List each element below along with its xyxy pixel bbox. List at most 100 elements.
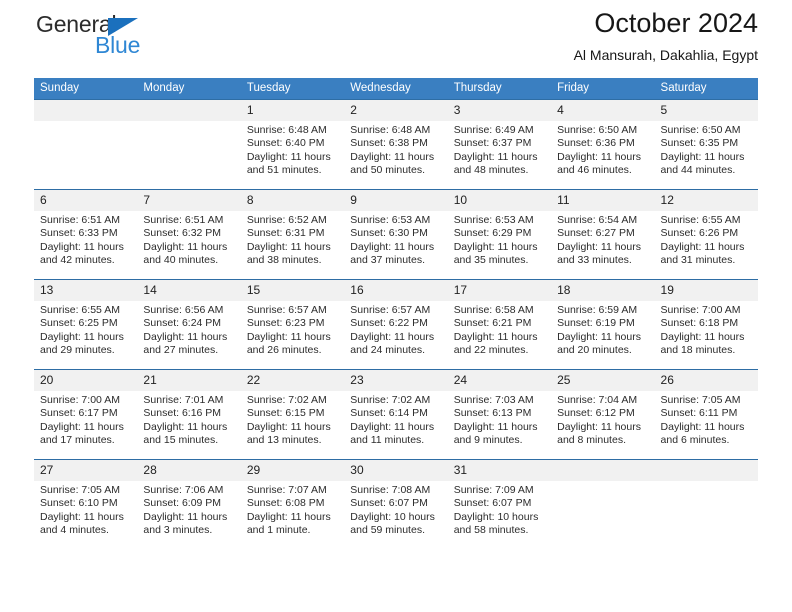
day-details: Sunrise: 6:51 AM Sunset: 6:32 PM Daylight:… (137, 211, 240, 268)
calendar-day-cell[interactable]: 24 Sunrise: 7:03 AM Sunset: 6:13 PM Dayligh… (447, 369, 552, 460)
day-details: Sunrise: 7:02 AM Sunset: 6:14 PM Daylight:… (344, 391, 447, 448)
day-number: 28 (137, 460, 241, 481)
day-details: Sunrise: 7:03 AM Sunset: 6:13 PM Daylight:… (448, 391, 551, 448)
calendar-day-cell[interactable]: 27 Sunrise: 7:05 AM Sunset: 6:10 PM Dayligh… (34, 459, 138, 549)
calendar-day-cell[interactable]: 11 Sunrise: 6:54 AM Sunset: 6:27 PM Dayligh… (551, 189, 655, 280)
daylight-text: Daylight: 11 hours and 24 minutes. (350, 330, 435, 357)
calendar-header-row: Sunday Monday Tuesday Wednesday Thursday Frid… (34, 78, 758, 100)
day-details: Sunrise: 6:58 AM Sunset: 6:21 PM Daylight:… (448, 301, 551, 358)
sunrise-text: Sunrise: 6:52 AM (246, 214, 327, 226)
day-number (34, 100, 138, 121)
daylight-text: Daylight: 11 hours and 35 minutes. (453, 240, 538, 267)
sunset-text: Sunset: 6:07 PM (453, 497, 532, 510)
sunset-text: Sunset: 6:25 PM (40, 317, 118, 330)
sunset-text: Sunset: 6:24 PM (143, 317, 222, 330)
calendar-day-cell[interactable]: 31 Sunrise: 7:09 AM Sunset: 6:07 PM Dayligh… (447, 459, 552, 549)
day-details: Sunrise: 6:48 AM Sunset: 6:38 PM Daylight:… (344, 121, 447, 178)
day-details: Sunrise: 7:01 AM Sunset: 6:16 PM Daylight:… (137, 391, 240, 448)
sunset-text: Sunset: 6:29 PM (453, 227, 532, 240)
day-details: Sunrise: 6:53 AM Sunset: 6:29 PM Daylight:… (448, 211, 551, 268)
sunset-text: Sunset: 6:11 PM (660, 407, 738, 420)
calendar-day-cell[interactable]: 29 Sunrise: 7:07 AM Sunset: 6:08 PM Dayligh… (240, 459, 345, 549)
daylight-text: Daylight: 11 hours and 27 minutes. (143, 330, 228, 357)
day-cell-inner: 2 Sunrise: 6:48 AM Sunset: 6:38 PM Daylight… (344, 100, 448, 189)
calendar-day-cell[interactable]: 2 Sunrise: 6:48 AM Sunset: 6:38 PM Daylight… (344, 99, 448, 190)
calendar-day-cell[interactable]: 16 Sunrise: 6:57 AM Sunset: 6:22 PM Dayligh… (344, 279, 448, 370)
calendar-day-cell[interactable]: 8 Sunrise: 6:52 AM Sunset: 6:31 PM Daylight… (240, 189, 345, 280)
daylight-text: Daylight: 11 hours and 33 minutes. (557, 240, 641, 267)
calendar-day-cell[interactable]: 6 Sunrise: 6:51 AM Sunset: 6:33 PM Daylight… (34, 189, 138, 280)
sunset-text: Sunset: 6:10 PM (40, 497, 118, 510)
calendar-day-cell[interactable]: 7 Sunrise: 6:51 AM Sunset: 6:32 PM Daylight… (137, 189, 241, 280)
sunset-text: Sunset: 6:31 PM (246, 227, 325, 240)
sunset-text: Sunset: 6:33 PM (40, 227, 118, 240)
day-details: Sunrise: 6:51 AM Sunset: 6:33 PM Daylight:… (34, 211, 137, 268)
sunrise-text: Sunrise: 6:59 AM (557, 304, 638, 316)
weekday-header-monday: Monday (137, 78, 241, 100)
day-cell-inner: 19 Sunrise: 7:00 AM Sunset: 6:18 PM Dayligh… (654, 280, 758, 369)
calendar-day-cell[interactable]: 17 Sunrise: 6:58 AM Sunset: 6:21 PM Dayligh… (447, 279, 552, 370)
day-cell-inner: 8 Sunrise: 6:52 AM Sunset: 6:31 PM Daylight… (240, 190, 345, 279)
calendar-day-cell[interactable]: 1 Sunrise: 6:48 AM Sunset: 6:40 PM Daylight… (240, 99, 345, 190)
calendar-day-cell[interactable]: 26 Sunrise: 7:05 AM Sunset: 6:11 PM Dayligh… (654, 369, 758, 460)
day-cell-inner (551, 460, 655, 549)
calendar-day-cell[interactable]: 12 Sunrise: 6:55 AM Sunset: 6:26 PM Dayligh… (654, 189, 758, 280)
day-number: 20 (34, 370, 138, 391)
day-cell-inner: 31 Sunrise: 7:09 AM Sunset: 6:07 PM Dayligh… (447, 460, 552, 549)
calendar-day-cell[interactable]: 22 Sunrise: 7:02 AM Sunset: 6:15 PM Dayligh… (240, 369, 345, 460)
day-number: 12 (654, 190, 758, 211)
calendar-day-cell[interactable]: 18 Sunrise: 6:59 AM Sunset: 6:19 PM Dayligh… (551, 279, 655, 370)
sunrise-text: Sunrise: 7:06 AM (143, 484, 224, 496)
calendar-day-cell[interactable]: 20 Sunrise: 7:00 AM Sunset: 6:17 PM Dayligh… (34, 369, 138, 460)
sunrise-text: Sunrise: 6:48 AM (350, 124, 431, 136)
calendar-day-cell[interactable]: 14 Sunrise: 6:56 AM Sunset: 6:24 PM Dayligh… (137, 279, 241, 370)
calendar-day-cell[interactable]: 5 Sunrise: 6:50 AM Sunset: 6:35 PM Daylight… (654, 99, 758, 190)
calendar-day-cell[interactable]: 28 Sunrise: 7:06 AM Sunset: 6:09 PM Dayligh… (137, 459, 241, 549)
calendar-week-row: 20 Sunrise: 7:00 AM Sunset: 6:17 PM Dayligh… (34, 369, 758, 460)
sunset-text: Sunset: 6:21 PM (453, 317, 532, 330)
sunset-text: Sunset: 6:16 PM (143, 407, 222, 420)
page-subtitle: Al Mansurah, Dakahlia, Egypt (573, 47, 758, 63)
calendar-day-cell[interactable]: 19 Sunrise: 7:00 AM Sunset: 6:18 PM Dayligh… (654, 279, 758, 370)
calendar-week-row: 6 Sunrise: 6:51 AM Sunset: 6:33 PM Daylight… (34, 189, 758, 280)
day-number: 13 (34, 280, 138, 301)
calendar-body: 1 Sunrise: 6:48 AM Sunset: 6:40 PM Daylight… (34, 99, 758, 549)
logo-text-blue: Blue (95, 32, 141, 58)
day-details: Sunrise: 7:05 AM Sunset: 6:11 PM Daylight:… (655, 391, 758, 448)
day-details: Sunrise: 7:07 AM Sunset: 6:08 PM Daylight:… (241, 481, 344, 538)
calendar-day-cell-empty (654, 459, 758, 549)
sunrise-text: Sunrise: 6:48 AM (246, 124, 327, 136)
calendar-day-cell[interactable]: 9 Sunrise: 6:53 AM Sunset: 6:30 PM Daylight… (344, 189, 448, 280)
sunset-text: Sunset: 6:40 PM (246, 137, 325, 150)
day-number: 19 (654, 280, 758, 301)
calendar-day-cell[interactable]: 15 Sunrise: 6:57 AM Sunset: 6:23 PM Dayligh… (240, 279, 345, 370)
day-cell-inner: 18 Sunrise: 6:59 AM Sunset: 6:19 PM Dayligh… (551, 280, 655, 369)
day-number: 18 (551, 280, 655, 301)
daylight-text: Daylight: 11 hours and 22 minutes. (453, 330, 538, 357)
sunrise-text: Sunrise: 7:09 AM (453, 484, 534, 496)
sunrise-text: Sunrise: 7:01 AM (143, 394, 224, 406)
calendar-day-cell[interactable]: 10 Sunrise: 6:53 AM Sunset: 6:29 PM Dayligh… (447, 189, 552, 280)
daylight-text: Daylight: 11 hours and 20 minutes. (557, 330, 641, 357)
day-details: Sunrise: 6:55 AM Sunset: 6:26 PM Daylight:… (655, 211, 758, 268)
daylight-text: Daylight: 11 hours and 46 minutes. (557, 150, 641, 177)
day-details: Sunrise: 7:00 AM Sunset: 6:17 PM Daylight:… (34, 391, 137, 448)
day-cell-inner (137, 100, 241, 189)
calendar-day-cell[interactable]: 25 Sunrise: 7:04 AM Sunset: 6:12 PM Dayligh… (551, 369, 655, 460)
day-number: 10 (447, 190, 552, 211)
general-blue-logo: General Blue (36, 12, 216, 64)
calendar-day-cell[interactable]: 21 Sunrise: 7:01 AM Sunset: 6:16 PM Dayligh… (137, 369, 241, 460)
day-cell-inner: 24 Sunrise: 7:03 AM Sunset: 6:13 PM Dayligh… (447, 370, 552, 459)
calendar-day-cell[interactable]: 4 Sunrise: 6:50 AM Sunset: 6:36 PM Daylight… (551, 99, 655, 190)
day-details: Sunrise: 7:06 AM Sunset: 6:09 PM Daylight:… (137, 481, 240, 538)
day-cell-inner (654, 460, 758, 549)
calendar-day-cell[interactable]: 13 Sunrise: 6:55 AM Sunset: 6:25 PM Dayligh… (34, 279, 138, 370)
calendar-day-cell[interactable]: 30 Sunrise: 7:08 AM Sunset: 6:07 PM Dayligh… (344, 459, 448, 549)
calendar-day-cell[interactable]: 3 Sunrise: 6:49 AM Sunset: 6:37 PM Daylight… (447, 99, 552, 190)
weekday-header-tuesday: Tuesday (240, 78, 345, 100)
day-cell-inner: 15 Sunrise: 6:57 AM Sunset: 6:23 PM Dayligh… (240, 280, 345, 369)
weekday-header-friday: Friday (551, 78, 655, 100)
day-details: Sunrise: 6:59 AM Sunset: 6:19 PM Daylight:… (551, 301, 654, 358)
calendar-day-cell[interactable]: 23 Sunrise: 7:02 AM Sunset: 6:14 PM Dayligh… (344, 369, 448, 460)
sunset-text: Sunset: 6:15 PM (246, 407, 325, 420)
